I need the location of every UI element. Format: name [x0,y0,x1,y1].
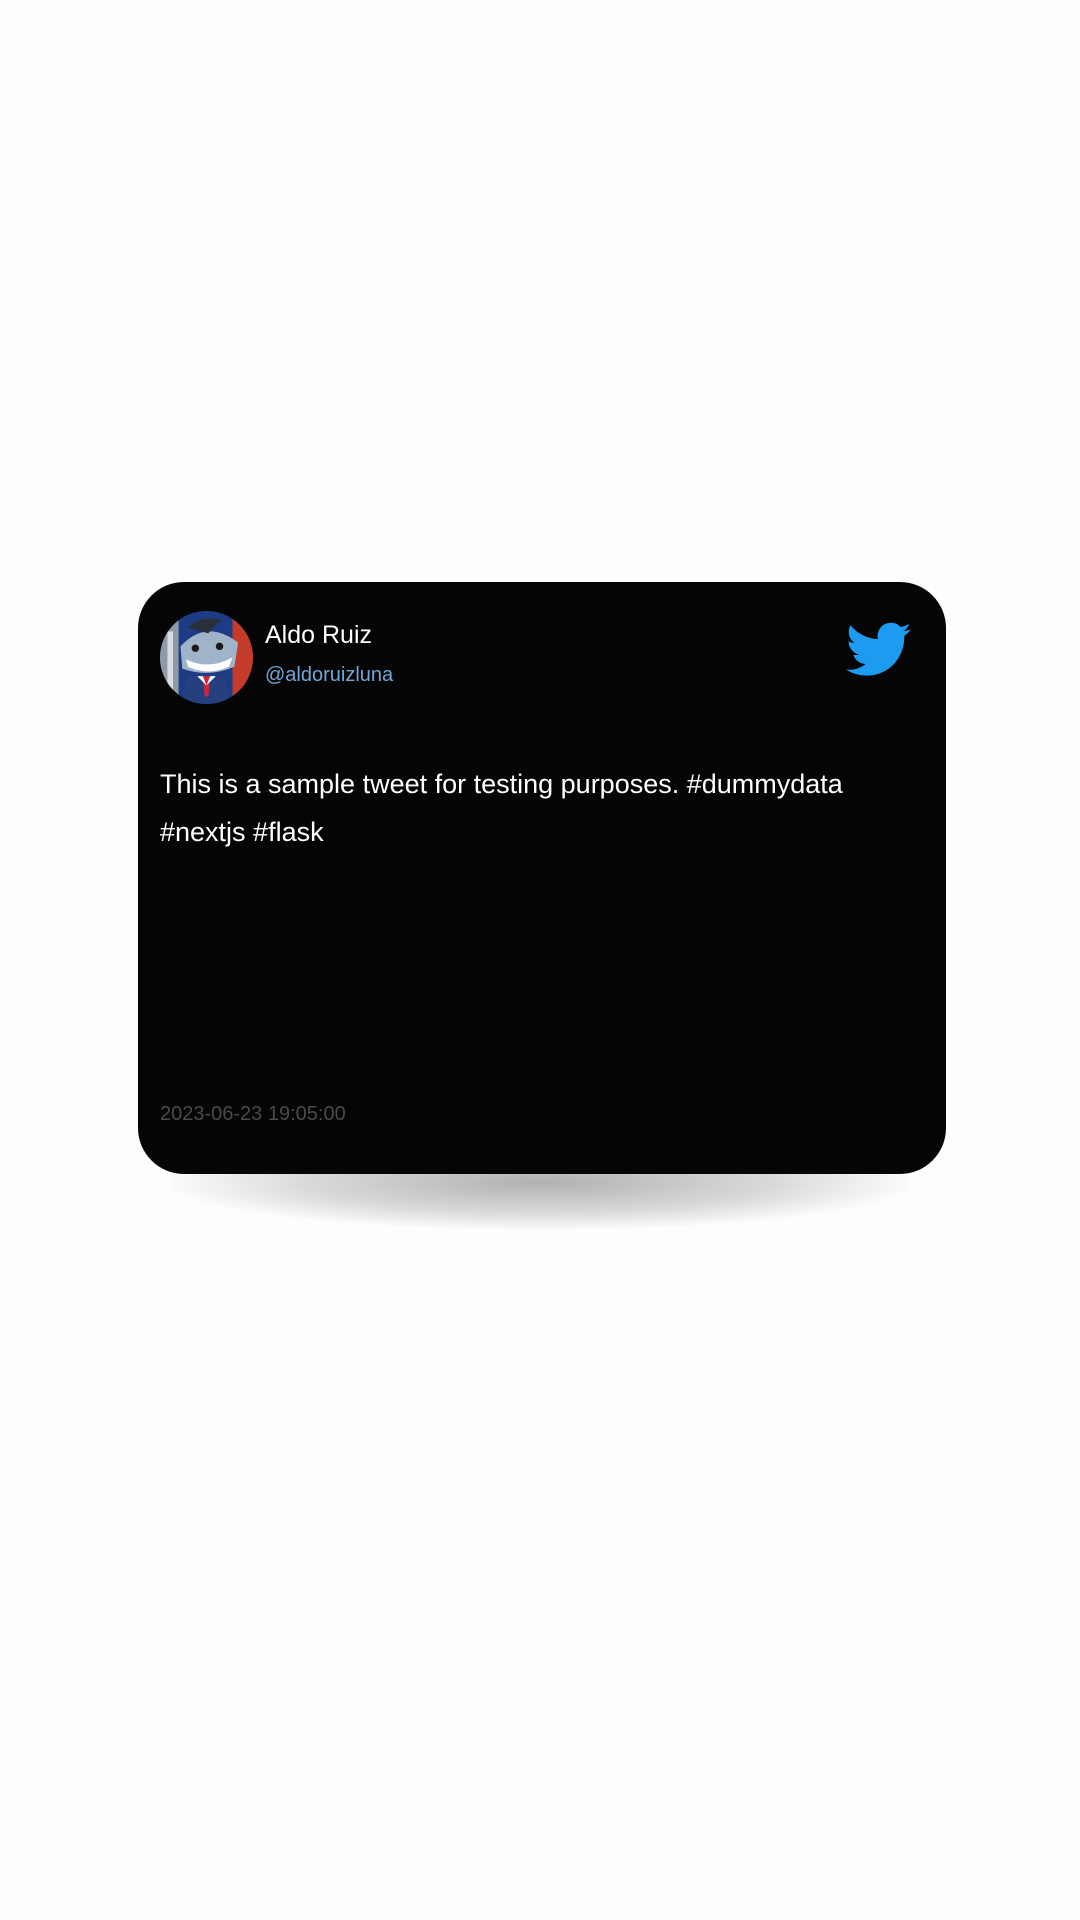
author-handle[interactable]: @aldoruizluna [265,663,393,687]
twitter-bird-icon[interactable] [846,622,912,678]
author-name[interactable]: Aldo Ruiz [265,620,372,650]
tweet-card[interactable]: Aldo Ruiz @aldoruizluna This is a sample… [138,582,946,1174]
twitter-bird-svg [846,622,911,676]
tweet-text: This is a sample tweet for testing purpo… [160,769,843,847]
avatar[interactable] [160,611,253,704]
shark-avatar-icon [160,611,253,704]
tweet-timestamp[interactable]: 2023-06-23 19:05:00 [160,1102,346,1126]
page: Aldo Ruiz @aldoruizluna This is a sample… [0,0,1080,1920]
